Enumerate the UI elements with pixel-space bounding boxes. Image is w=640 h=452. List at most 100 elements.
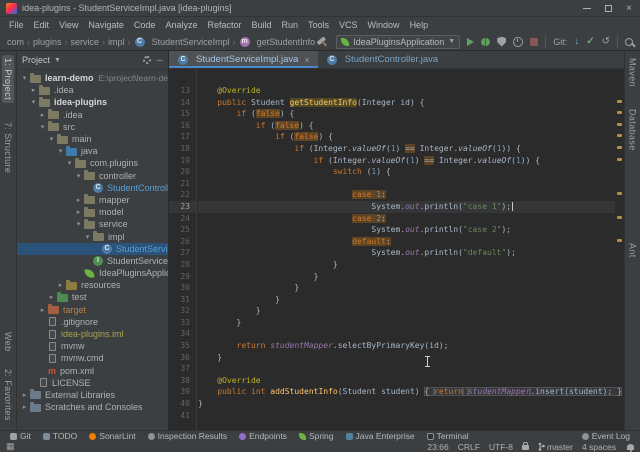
tree-item-java[interactable]: ▾java	[17, 145, 168, 157]
gutter-line-18[interactable]: 18	[169, 143, 196, 155]
code-line-15[interactable]: if (false) {	[198, 108, 615, 120]
gutter-line-35[interactable]: 35	[169, 340, 196, 352]
tree-item-gitignore[interactable]: .gitignore	[17, 316, 168, 328]
code-line-40[interactable]: }	[198, 398, 615, 410]
gutter-line-39[interactable]: 39	[169, 386, 196, 398]
gutter-line-30[interactable]: 30	[169, 282, 196, 294]
toolwindow-button-terminal[interactable]: Terminal	[427, 431, 469, 441]
line-ending[interactable]: CRLF	[458, 442, 480, 452]
error-stripe-mark[interactable]	[617, 123, 622, 126]
git-branch-widget[interactable]: master	[538, 442, 573, 452]
tree-item-idea-plugins[interactable]: ▾idea-plugins	[17, 96, 168, 108]
tab-studentserviceimpl-java[interactable]: CStudentServiceImpl.java×	[169, 51, 318, 68]
gutter-line-34[interactable]: 34	[169, 328, 196, 340]
toolwindow-button-git[interactable]: Git	[10, 431, 31, 441]
gutter-line-16[interactable]: 16	[169, 120, 196, 132]
file-encoding[interactable]: UTF-8	[489, 442, 513, 452]
breadcrumb-getstudentinfo[interactable]: mgetStudentInfo	[239, 37, 316, 47]
gutter-line-36[interactable]: 36	[169, 352, 196, 364]
menu-run[interactable]: Run	[277, 20, 304, 30]
maximize-button[interactable]	[605, 5, 612, 12]
run-config-selector[interactable]: IdeaPluginsApplication ▼	[336, 35, 460, 49]
code-line-31[interactable]: }	[198, 294, 615, 306]
gutter-line-20[interactable]: 20	[169, 166, 196, 178]
code-line-25[interactable]: System.out.println("case 2");	[198, 224, 615, 236]
menu-edit[interactable]: Edit	[29, 20, 55, 30]
error-stripe-mark[interactable]	[617, 100, 622, 103]
indent-setting[interactable]: 4 spaces	[582, 442, 616, 452]
code-line-27[interactable]: System.out.println("default");	[198, 247, 615, 259]
tree-item-main[interactable]: ▾main	[17, 133, 168, 145]
code-line-38[interactable]: @Override	[198, 375, 615, 387]
gutter-line-15[interactable]: 15	[169, 108, 196, 120]
code-line-13[interactable]: @Override	[198, 85, 615, 97]
event-log-button[interactable]: Event Log	[582, 431, 630, 441]
search-icon[interactable]	[625, 38, 633, 46]
error-stripe-mark[interactable]	[617, 146, 622, 149]
code-line-14[interactable]: public Student getStudentInfo(Integer id…	[198, 97, 615, 109]
code-line-36[interactable]: }	[198, 352, 615, 364]
error-stripe-mark[interactable]	[617, 134, 622, 137]
tree-item-com-plugins[interactable]: ▾com.plugins	[17, 157, 168, 169]
menu-navigate[interactable]: Navigate	[83, 20, 129, 30]
gutter-line-24[interactable]: 24	[169, 213, 196, 225]
gutter-line-31[interactable]: 31	[169, 294, 196, 306]
code-line-37[interactable]	[198, 363, 615, 375]
toolwindow-button-ant[interactable]: Ant	[627, 240, 639, 261]
menu-tools[interactable]: Tools	[303, 20, 334, 30]
git-update-button[interactable]: ↓	[574, 36, 579, 47]
gutter-line-19[interactable]: 19	[169, 155, 196, 167]
breadcrumb-plugins[interactable]: plugins	[33, 37, 62, 47]
breadcrumb-service[interactable]: service	[71, 37, 100, 47]
tree-item-src[interactable]: ▾src	[17, 121, 168, 133]
tree-item-license[interactable]: LICENSE	[17, 377, 168, 389]
breadcrumb-com[interactable]: com	[7, 37, 24, 47]
gutter-line-17[interactable]: 17	[169, 131, 196, 143]
chevron-down-icon[interactable]: ▼	[54, 57, 61, 64]
toolwindow-button-2-favorites[interactable]: 2: Favorites	[2, 366, 14, 424]
build-hammer-icon[interactable]	[315, 33, 332, 50]
gutter-line-27[interactable]: 27	[169, 247, 196, 259]
tree-item-studentcontroller[interactable]: CStudentController	[17, 182, 168, 194]
breadcrumb-studentserviceimpl[interactable]: CStudentServiceImpl	[134, 37, 230, 47]
gutter-line-26[interactable]: 26	[169, 236, 196, 248]
close-button[interactable]: ×	[626, 5, 632, 12]
tree-item-service[interactable]: ▾service	[17, 218, 168, 230]
tree-item-idea[interactable]: ▸.idea	[17, 109, 168, 121]
tree-item-idea[interactable]: ▸.idea	[17, 84, 168, 96]
tree-item-learn-demo[interactable]: ▾learn-demoE:\project\learn-demo	[17, 72, 168, 84]
code-line-19[interactable]: if (Integer.valueOf(1) == Integer.valueO…	[198, 155, 615, 167]
breadcrumb-impl[interactable]: impl	[108, 37, 125, 47]
gutter-line-14[interactable]: 14	[169, 97, 196, 109]
tree-item-ideapluginsapplication[interactable]: IdeaPluginsApplication	[17, 267, 168, 279]
tree-item-target[interactable]: ▸target	[17, 304, 168, 316]
git-commit-button[interactable]: ✓	[586, 36, 594, 47]
minimize-button[interactable]	[583, 8, 591, 9]
toolwindow-button-inspection-results[interactable]: Inspection Results	[148, 431, 227, 441]
code-line-22[interactable]: case 1:	[198, 189, 615, 201]
toolwindow-button-1-project[interactable]: 1: Project	[2, 55, 14, 103]
code-line-24[interactable]: case 2:	[198, 213, 615, 225]
toolwindow-button-sonarlint[interactable]: SonarLint	[89, 431, 135, 441]
error-stripe-mark[interactable]	[617, 192, 622, 195]
code-area[interactable]: @Override public Student getStudentInfo(…	[198, 69, 615, 430]
debug-button[interactable]	[481, 38, 490, 46]
lock-icon[interactable]	[522, 445, 529, 450]
tree-item-external-libraries[interactable]: ▸External Libraries	[17, 389, 168, 401]
menu-vcs[interactable]: VCS	[334, 20, 363, 30]
tree-item-controller[interactable]: ▾controller	[17, 170, 168, 182]
toolwindow-button-database[interactable]: Database	[627, 106, 639, 154]
tree-item-idea-plugins-iml[interactable]: idea-plugins.iml	[17, 328, 168, 340]
tree-item-model[interactable]: ▸model	[17, 206, 168, 218]
gutter-line-38[interactable]: 38	[169, 375, 196, 387]
code-line-32[interactable]: }	[198, 305, 615, 317]
tab-studentcontroller-java[interactable]: CStudentController.java	[318, 51, 446, 68]
toolwindow-button-spring[interactable]: Spring	[299, 431, 334, 441]
profiler-button[interactable]	[513, 37, 523, 47]
tree-item-studentserviceimpl[interactable]: CStudentServiceImpl	[17, 243, 168, 255]
hide-panel-icon[interactable]: ─	[157, 57, 163, 63]
menu-window[interactable]: Window	[363, 20, 405, 30]
gutter-line-21[interactable]: 21	[169, 178, 196, 190]
git-revert-button[interactable]: ↺	[602, 36, 610, 47]
code-line-39[interactable]: public int addStudentInfo(Student studen…	[198, 386, 615, 398]
